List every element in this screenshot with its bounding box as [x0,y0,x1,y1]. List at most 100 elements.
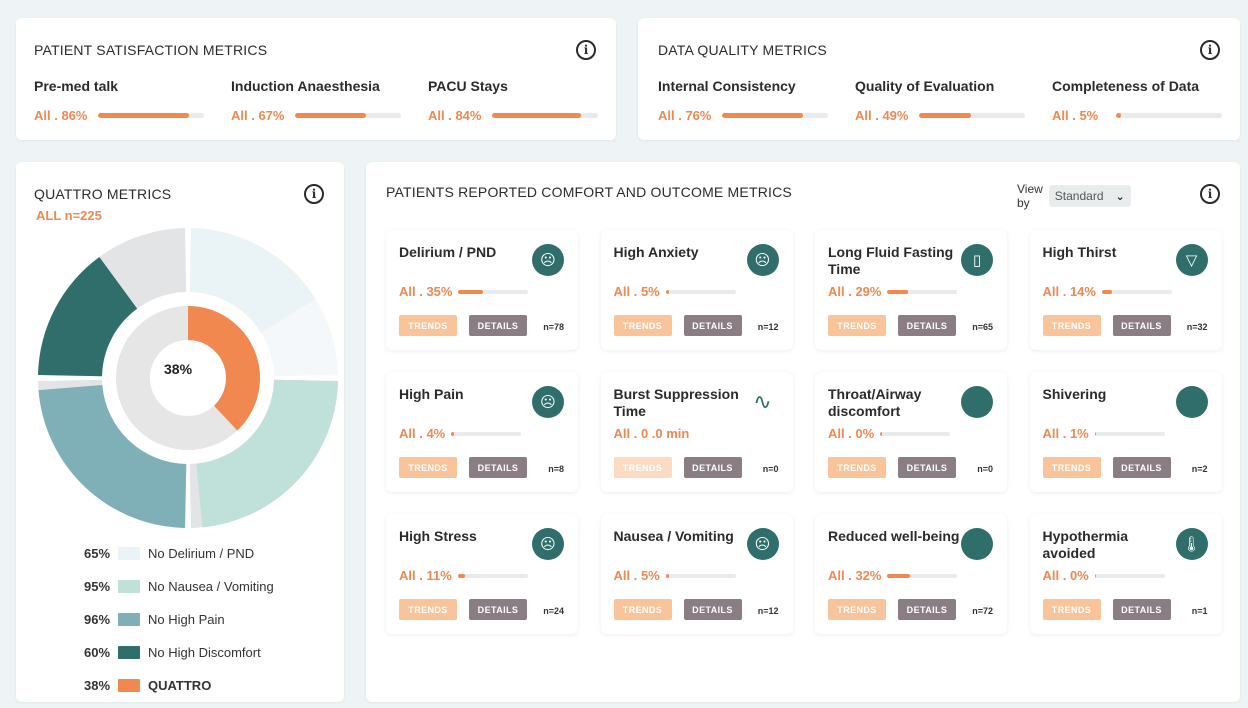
card-value-row: All . 5% [614,284,736,299]
trends-button[interactable]: TRENDS [399,315,457,336]
trends-button[interactable]: TRENDS [828,457,886,478]
progress-fill [880,431,882,436]
outcome-card: High Stress ☹ All . 11% TRENDS DETAILS n=24 [386,514,578,634]
metric-value: All . 49% [855,108,909,123]
card-actions: TRENDS DETAILS [399,315,527,336]
sample-size: n=32 [1186,322,1208,332]
sample-size: n=12 [757,322,779,332]
progress-fill [1094,573,1097,578]
details-button[interactable]: DETAILS [469,315,527,336]
info-icon[interactable]: i [304,184,324,204]
legend-item[interactable]: 95% No Nausea / Vomiting [84,570,274,603]
card-actions: TRENDS DETAILS [613,315,742,336]
info-icon[interactable]: i [1200,40,1220,60]
view-by-select[interactable]: Standard ⌄ [1048,185,1131,207]
card-title: High Anxiety [613,244,699,260]
card-title: Reduced well-being [828,528,960,544]
card-value: All . 0% [1042,568,1089,583]
trends-button[interactable]: TRENDS [1042,599,1101,620]
donut-segment[interactable] [38,384,187,528]
details-button[interactable]: DETAILS [469,457,527,478]
throat-icon [961,386,993,418]
details-button[interactable]: DETAILS [1112,315,1171,336]
metric-item: Pre-med talk All . 86% [34,78,214,123]
trends-button[interactable]: TRENDS [613,315,672,336]
metric-item: Induction Anaesthesia All . 67% [231,78,411,123]
outcome-metrics-panel: PATIENTS REPORTED COMFORT AND OUTCOME ME… [366,162,1240,702]
details-button[interactable]: DETAILS [898,457,956,478]
patient-satisfaction-panel: PATIENT SATISFACTION METRICS i Pre-med t… [16,18,616,140]
metric-item: PACU Stays All . 84% [428,78,608,123]
progress-fill [887,289,908,294]
card-actions: TRENDS DETAILS [1042,599,1171,620]
donut-segment[interactable] [196,379,338,528]
legend-percent: 60% [84,645,111,660]
progress-fill [665,289,670,294]
metric-row: All . 67% [231,108,411,123]
card-value-row: All . 4% [399,426,522,441]
metric-label: Quality of Evaluation [855,78,995,94]
metric-label: Pre-med talk [34,78,119,94]
progress-bar [665,573,736,578]
card-value-row: All . 1% [1043,426,1165,441]
trends-button[interactable]: TRENDS [828,315,886,336]
progress-fill [665,573,670,578]
card-actions: TRENDS DETAILS [399,457,527,478]
details-button[interactable]: DETAILS [1112,599,1171,620]
card-actions: TRENDS DETAILS [1042,457,1171,478]
details-button[interactable]: DETAILS [683,457,742,478]
details-button[interactable]: DETAILS [898,599,956,620]
metric-label: Internal Consistency [658,78,796,94]
details-button[interactable]: DETAILS [469,599,527,620]
progress-bar [919,113,1025,118]
card-value-row: All . 35% [399,284,529,299]
sample-size: n=78 [543,322,564,332]
trends-button[interactable]: TRENDS [613,599,672,620]
progress-fill [492,113,582,118]
legend-item[interactable]: 60% No High Discomfort [84,636,274,669]
metric-value: All . 84% [428,108,482,123]
card-value: All . 5% [613,284,660,299]
progress-fill [1094,431,1097,436]
legend-item[interactable]: 38% QUATTRO [84,669,274,702]
details-button[interactable]: DETAILS [683,315,742,336]
progress-bar [880,431,951,436]
nausea-face-icon: ☹ [746,528,779,560]
progress-bar [451,431,522,436]
details-button[interactable]: DETAILS [898,315,956,336]
sample-size: n=24 [543,606,564,616]
progress-bar [887,573,958,578]
quattro-legend: 65% No Delirium / PND 95% No Nausea / Vomit… [84,537,274,702]
card-value: All . 5% [613,568,660,583]
metric-row: All . 5% [1052,108,1232,123]
outcome-card: Throat/Airway discomfort All . 0% TRENDS DE… [815,372,1007,492]
trends-button[interactable]: TRENDS [1042,457,1101,478]
legend-item[interactable]: 96% No High Pain [84,603,274,636]
legend-label: No Nausea / Vomiting [148,579,274,594]
quattro-metrics-panel: QUATTRO METRICS i ALL n=225 38% 65% No De… [16,162,344,702]
trends-button[interactable]: TRENDS [1042,315,1101,336]
progress-fill [1116,113,1122,118]
details-button[interactable]: DETAILS [683,599,742,620]
trends-button[interactable]: TRENDS [399,457,457,478]
trends-button[interactable]: TRENDS [399,599,457,620]
wellbeing-icon [961,528,993,560]
anxious-face-icon: ☹ [746,244,779,276]
details-button[interactable]: DETAILS [1112,457,1171,478]
info-icon[interactable]: i [576,40,596,60]
metric-row: All . 76% [658,108,838,123]
metric-value: All . 86% [34,108,88,123]
legend-item[interactable]: 65% No Delirium / PND [84,537,274,570]
outcome-card: High Thirst ▽ All . 14% TRENDS DETAILS n=32 [1029,230,1222,350]
outcome-card: Reduced well-being All . 32% TRENDS DETAILS… [815,514,1007,634]
legend-swatch [118,547,140,560]
outcome-card: Shivering All . 1% TRENDS DETAILS n=2 [1029,372,1222,492]
card-title: High Stress [399,528,477,544]
card-value-row: All . 5% [614,568,736,583]
progress-fill [887,573,910,578]
trends-button[interactable]: TRENDS [828,599,886,620]
info-icon[interactable]: i [1200,184,1220,204]
trends-button[interactable]: TRENDS [613,457,672,478]
card-actions: TRENDS DETAILS [828,315,956,336]
progress-fill [295,113,367,118]
